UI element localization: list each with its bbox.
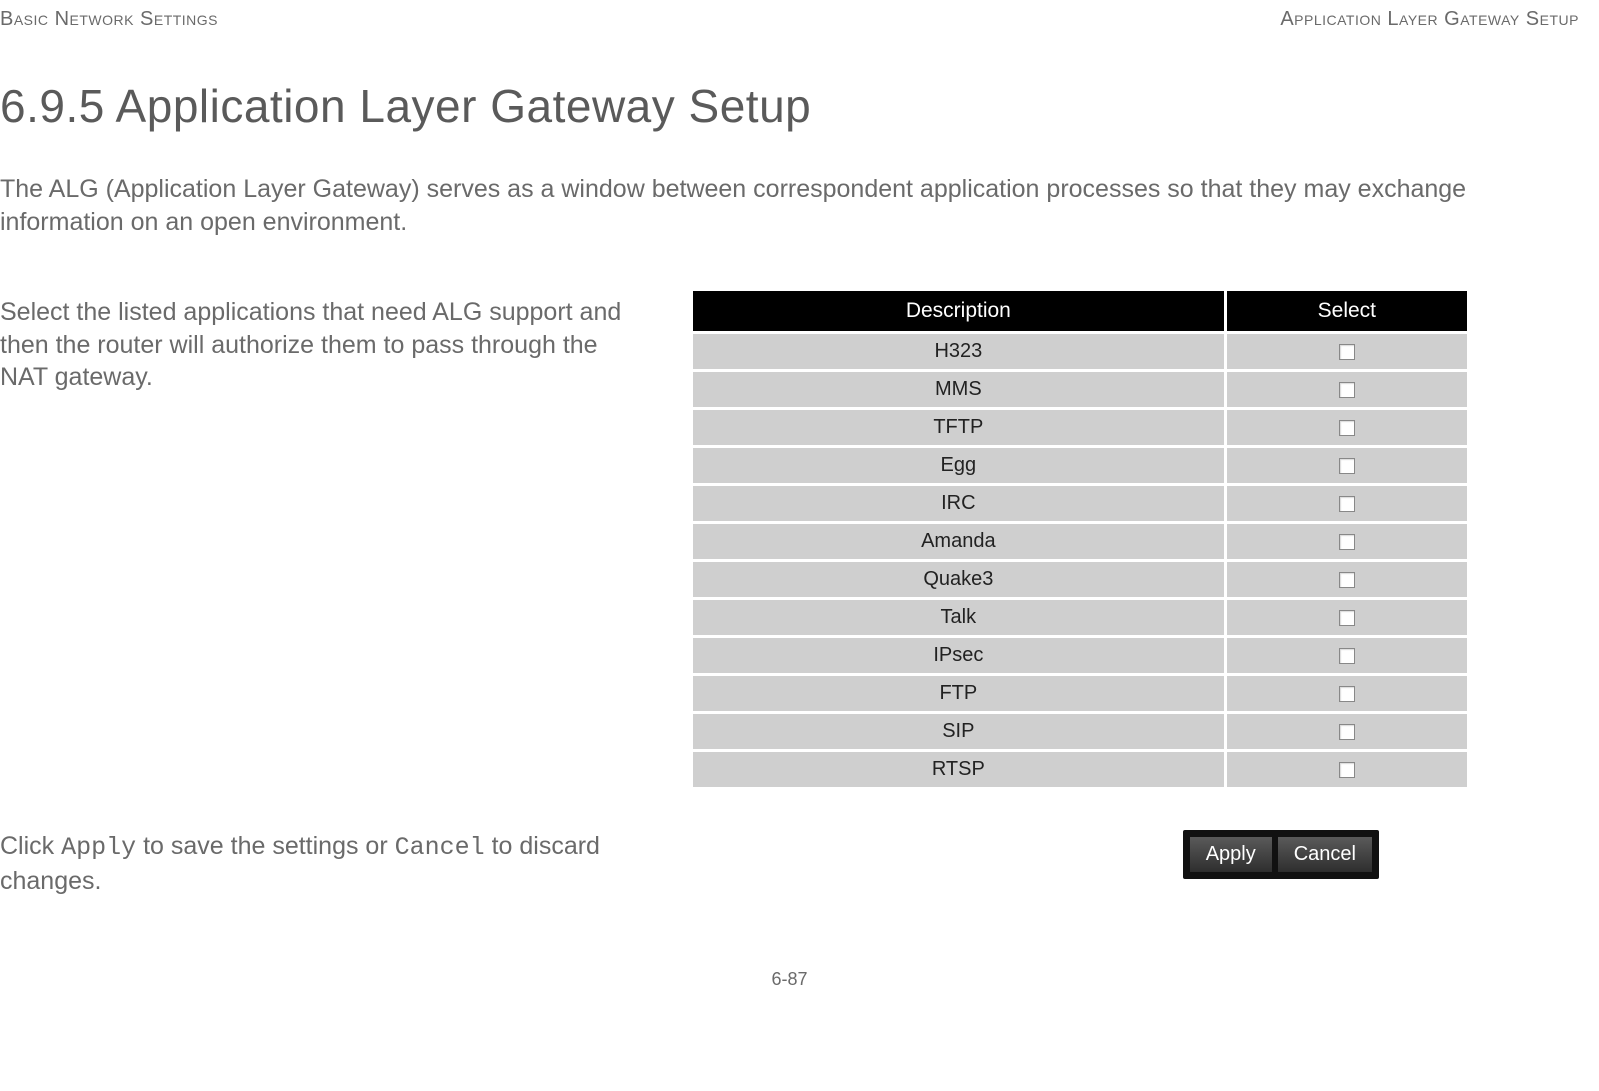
row-description: IRC bbox=[693, 486, 1224, 521]
header-right: Application Layer Gateway Setup bbox=[1280, 8, 1579, 31]
table-row: TFTP bbox=[693, 410, 1467, 445]
row-select-cell bbox=[1227, 638, 1467, 673]
row-select-cell bbox=[1227, 562, 1467, 597]
row-select-cell bbox=[1227, 524, 1467, 559]
cancel-code: Cancel bbox=[395, 833, 485, 862]
row-select-cell bbox=[1227, 600, 1467, 635]
checkbox-ftp[interactable] bbox=[1339, 686, 1355, 702]
checkbox-rtsp[interactable] bbox=[1339, 762, 1355, 778]
checkbox-mms[interactable] bbox=[1339, 382, 1355, 398]
checkbox-h323[interactable] bbox=[1339, 344, 1355, 360]
row-select-cell bbox=[1227, 486, 1467, 521]
checkbox-irc[interactable] bbox=[1339, 496, 1355, 512]
row-description: Amanda bbox=[693, 524, 1224, 559]
col-header-select: Select bbox=[1227, 291, 1467, 331]
checkbox-ipsec[interactable] bbox=[1339, 648, 1355, 664]
row-select-cell bbox=[1227, 448, 1467, 483]
row-description: IPsec bbox=[693, 638, 1224, 673]
row-description: FTP bbox=[693, 676, 1224, 711]
row-select-cell bbox=[1227, 714, 1467, 749]
cancel-button[interactable]: Cancel bbox=[1277, 836, 1373, 873]
intro-paragraph: The ALG (Application Layer Gateway) serv… bbox=[0, 173, 1579, 238]
row-select-cell bbox=[1227, 752, 1467, 787]
instruction-text: Select the listed applications that need… bbox=[0, 296, 650, 394]
checkbox-sip[interactable] bbox=[1339, 724, 1355, 740]
checkbox-talk[interactable] bbox=[1339, 610, 1355, 626]
checkbox-tftp[interactable] bbox=[1339, 420, 1355, 436]
apply-button[interactable]: Apply bbox=[1189, 836, 1273, 873]
page-number: 6-87 bbox=[0, 969, 1579, 990]
row-select-cell bbox=[1227, 372, 1467, 407]
apply-code: Apply bbox=[61, 833, 136, 862]
button-row: Apply Cancel bbox=[1183, 830, 1379, 879]
footer-text-pre: Click bbox=[0, 832, 61, 860]
table-row: Talk bbox=[693, 600, 1467, 635]
table-row: IRC bbox=[693, 486, 1467, 521]
row-description: SIP bbox=[693, 714, 1224, 749]
table-row: RTSP bbox=[693, 752, 1467, 787]
row-select-cell bbox=[1227, 676, 1467, 711]
row-description: H323 bbox=[693, 334, 1224, 369]
col-header-description: Description bbox=[693, 291, 1224, 331]
header-left: Basic Network Settings bbox=[0, 8, 218, 31]
row-description: Quake3 bbox=[693, 562, 1224, 597]
row-description: Talk bbox=[693, 600, 1224, 635]
table-header-row: Description Select bbox=[693, 291, 1467, 331]
table-row: H323 bbox=[693, 334, 1467, 369]
row-select-cell bbox=[1227, 410, 1467, 445]
page-header: Basic Network Settings Application Layer… bbox=[0, 0, 1579, 39]
content-row: Select the listed applications that need… bbox=[0, 288, 1579, 790]
checkbox-amanda[interactable] bbox=[1339, 534, 1355, 550]
table-row: SIP bbox=[693, 714, 1467, 749]
table-row: Quake3 bbox=[693, 562, 1467, 597]
row-description: TFTP bbox=[693, 410, 1224, 445]
checkbox-quake3[interactable] bbox=[1339, 572, 1355, 588]
footer-row: Click Apply to save the settings or Canc… bbox=[0, 830, 1579, 899]
footer-text-mid: to save the settings or bbox=[136, 832, 394, 860]
table-row: FTP bbox=[693, 676, 1467, 711]
row-description: MMS bbox=[693, 372, 1224, 407]
alg-panel: Description Select H323 MMS bbox=[690, 288, 1579, 790]
row-select-cell bbox=[1227, 334, 1467, 369]
table-row: MMS bbox=[693, 372, 1467, 407]
page-title: 6.9.5 Application Layer Gateway Setup bbox=[0, 79, 1579, 133]
table-row: Amanda bbox=[693, 524, 1467, 559]
alg-table: Description Select H323 MMS bbox=[690, 288, 1470, 790]
row-description: RTSP bbox=[693, 752, 1224, 787]
checkbox-egg[interactable] bbox=[1339, 458, 1355, 474]
row-description: Egg bbox=[693, 448, 1224, 483]
table-row: IPsec bbox=[693, 638, 1467, 673]
footer-instruction: Click Apply to save the settings or Canc… bbox=[0, 830, 690, 899]
table-row: Egg bbox=[693, 448, 1467, 483]
